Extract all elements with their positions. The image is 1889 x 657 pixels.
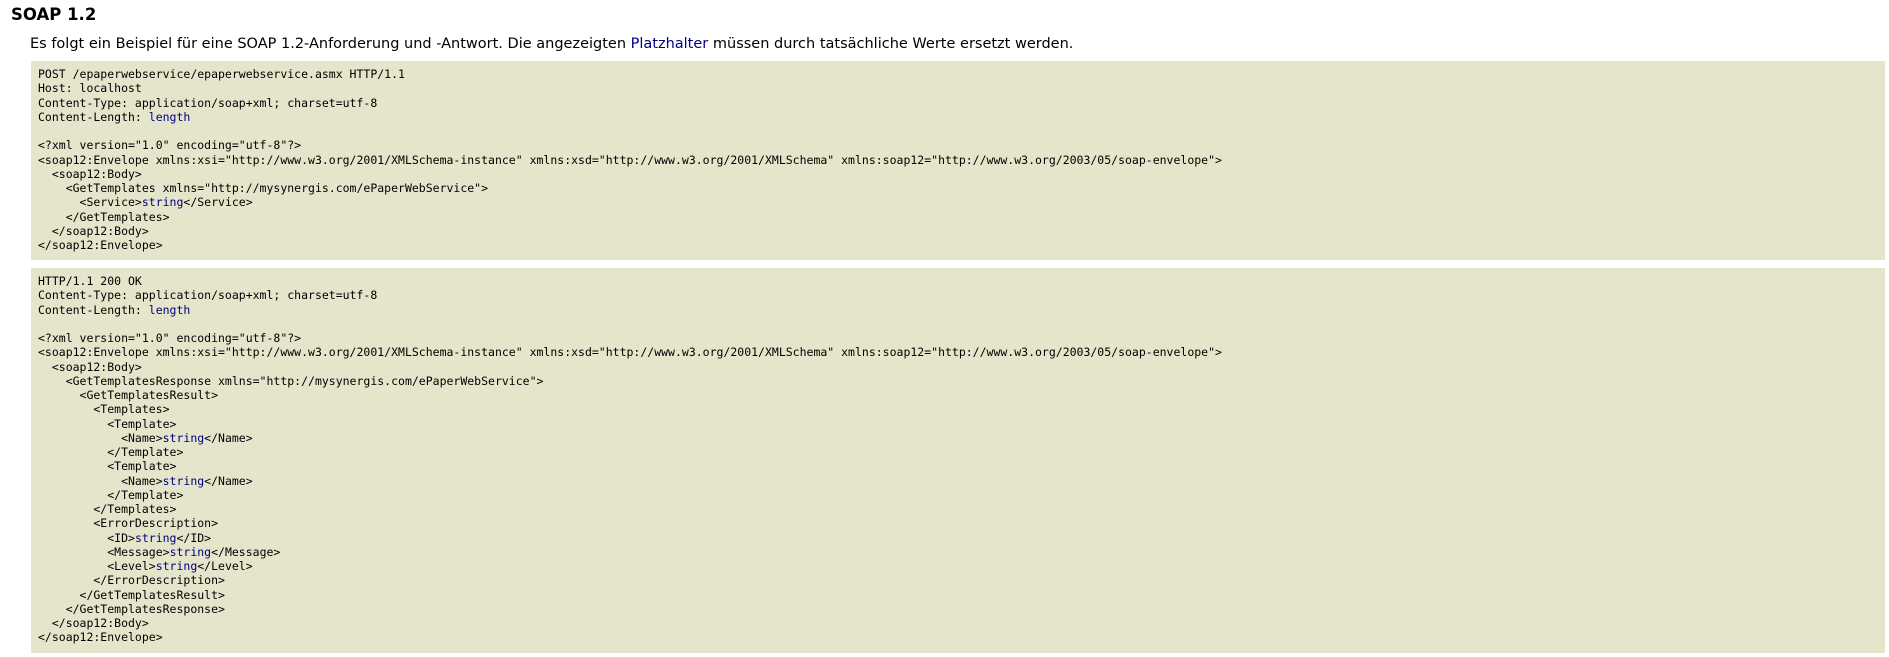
code-text: </Template>: [38, 445, 184, 459]
code-text: <Service>: [38, 195, 142, 210]
code-line: </Templates>: [38, 502, 1878, 516]
soap-response-code-block: HTTP/1.1 200 OK Content-Type: application…: [31, 268, 1885, 653]
code-line: <ErrorDescription>: [38, 516, 1878, 530]
code-line: <Name>string</Name>: [38, 431, 1878, 445]
soap-request-code-block: POST /epaperwebservice/epaperwebservice.…: [31, 61, 1885, 260]
intro-text: Es folgt ein Beispiel für eine SOAP 1.2-…: [30, 34, 1073, 54]
code-line: </GetTemplatesResponse>: [38, 602, 1878, 616]
code-text: </Template>: [38, 487, 184, 502]
code-line: HTTP/1.1 200 OK: [38, 274, 1878, 288]
code-line: </GetTemplates>: [38, 210, 1878, 224]
code-line: <?xml version="1.0" encoding="utf-8"?>: [38, 331, 1878, 345]
code-text: </Service>: [183, 195, 253, 210]
code-text: <Name>: [38, 473, 163, 488]
code-text: <ID>: [38, 530, 135, 545]
code-line: Content-Type: application/soap+xml; char…: [38, 288, 1878, 302]
code-text: <ErrorDescription>: [38, 516, 219, 531]
code-line: </Template>: [38, 488, 1878, 502]
code-text: <Templates>: [38, 402, 170, 417]
code-text: <Message>: [38, 544, 170, 559]
placeholder-value: string: [155, 559, 198, 573]
placeholder-value: string: [162, 430, 205, 445]
code-text: Host: localhost: [38, 81, 142, 96]
code-text: </ID>: [176, 530, 212, 545]
code-line: <soap12:Envelope xmlns:xsi="http://www.w…: [38, 153, 1878, 167]
code-text: <soap12:Envelope xmlns:xsi="http://www.w…: [38, 152, 1222, 167]
code-line: <Service>string</Service>: [38, 195, 1878, 209]
code-line: </GetTemplatesResult>: [38, 588, 1878, 602]
section-heading: SOAP 1.2: [11, 5, 97, 24]
code-text: <Template>: [38, 416, 177, 431]
code-text: <soap12:Body>: [38, 359, 142, 374]
code-text: Content-Type: application/soap+xml; char…: [38, 95, 378, 110]
code-text: <?xml version="1.0" encoding="utf-8"?>: [38, 138, 302, 153]
code-line: <soap12:Body>: [38, 360, 1878, 374]
code-line: </soap12:Envelope>: [38, 630, 1878, 644]
code-line: <GetTemplatesResult>: [38, 388, 1878, 402]
code-line: </Template>: [38, 445, 1878, 459]
code-line: Content-Length: length: [38, 110, 1878, 124]
code-text: </ErrorDescription>: [38, 573, 225, 588]
code-line: <Templates>: [38, 402, 1878, 416]
code-text: <Level>: [38, 559, 156, 573]
code-text: </soap12:Body>: [38, 223, 149, 238]
code-line: </soap12:Envelope>: [38, 238, 1878, 252]
code-text: </GetTemplates>: [38, 209, 170, 224]
code-text: </GetTemplatesResponse>: [38, 601, 225, 616]
code-text: <soap12:Body>: [38, 166, 142, 181]
code-text: Content-Length:: [38, 302, 149, 317]
code-text: <GetTemplatesResponse xmlns="http://mysy…: [38, 373, 544, 388]
code-text: </Name>: [204, 430, 253, 445]
code-text: </Name>: [204, 473, 253, 488]
code-text: </Message>: [211, 544, 281, 559]
code-line: Content-Length: length: [38, 303, 1878, 317]
placeholder-value: string: [141, 195, 184, 210]
code-line: Host: localhost: [38, 81, 1878, 95]
code-line: Content-Type: application/soap+xml; char…: [38, 96, 1878, 110]
intro-text-after: müssen durch tatsächliche Werte ersetzt …: [708, 36, 1074, 52]
code-line: </soap12:Body>: [38, 616, 1878, 630]
code-text: <?xml version="1.0" encoding="utf-8"?>: [38, 331, 302, 345]
code-text: Content-Type: application/soap+xml; char…: [38, 288, 378, 303]
code-line: <soap12:Body>: [38, 167, 1878, 181]
placeholder-value: length: [148, 109, 191, 124]
code-text: </soap12:Body>: [38, 616, 149, 630]
code-text: <Template>: [38, 459, 177, 474]
code-text: </Level>: [197, 559, 253, 573]
code-line: POST /epaperwebservice/epaperwebservice.…: [38, 67, 1878, 81]
code-text: <Name>: [38, 430, 163, 445]
placeholder-value: string: [134, 530, 177, 545]
placeholder-value: length: [148, 302, 191, 317]
code-text: <soap12:Envelope xmlns:xsi="http://www.w…: [38, 345, 1222, 360]
code-line: <Template>: [38, 417, 1878, 431]
code-text: HTTP/1.1 200 OK: [38, 274, 142, 288]
code-line: <Template>: [38, 459, 1878, 473]
code-text: POST /epaperwebservice/epaperwebservice.…: [38, 67, 405, 81]
code-line: <Message>string</Message>: [38, 545, 1878, 559]
intro-text-before: Es folgt ein Beispiel für eine SOAP 1.2-…: [30, 36, 631, 52]
placeholder-value: string: [162, 473, 205, 488]
code-line: </soap12:Body>: [38, 224, 1878, 238]
code-line: <GetTemplatesResponse xmlns="http://mysy…: [38, 374, 1878, 388]
placeholder-value: string: [169, 544, 212, 559]
code-text: <GetTemplates xmlns="http://mysynergis.c…: [38, 181, 489, 195]
code-line: </ErrorDescription>: [38, 573, 1878, 587]
code-text: </soap12:Envelope>: [38, 630, 163, 645]
code-line: <Level>string</Level>: [38, 559, 1878, 573]
code-text: </GetTemplatesResult>: [38, 587, 225, 602]
code-text: </soap12:Envelope>: [38, 238, 163, 252]
code-line: <?xml version="1.0" encoding="utf-8"?>: [38, 138, 1878, 152]
code-line: <GetTemplates xmlns="http://mysynergis.c…: [38, 181, 1878, 195]
placeholder-word: Platzhalter: [630, 36, 709, 52]
code-line: <ID>string</ID>: [38, 531, 1878, 545]
code-line: <Name>string</Name>: [38, 474, 1878, 488]
code-line: <soap12:Envelope xmlns:xsi="http://www.w…: [38, 345, 1878, 359]
code-text: <GetTemplatesResult>: [38, 388, 219, 402]
code-text: </Templates>: [38, 502, 177, 516]
code-text: Content-Length:: [38, 109, 149, 124]
